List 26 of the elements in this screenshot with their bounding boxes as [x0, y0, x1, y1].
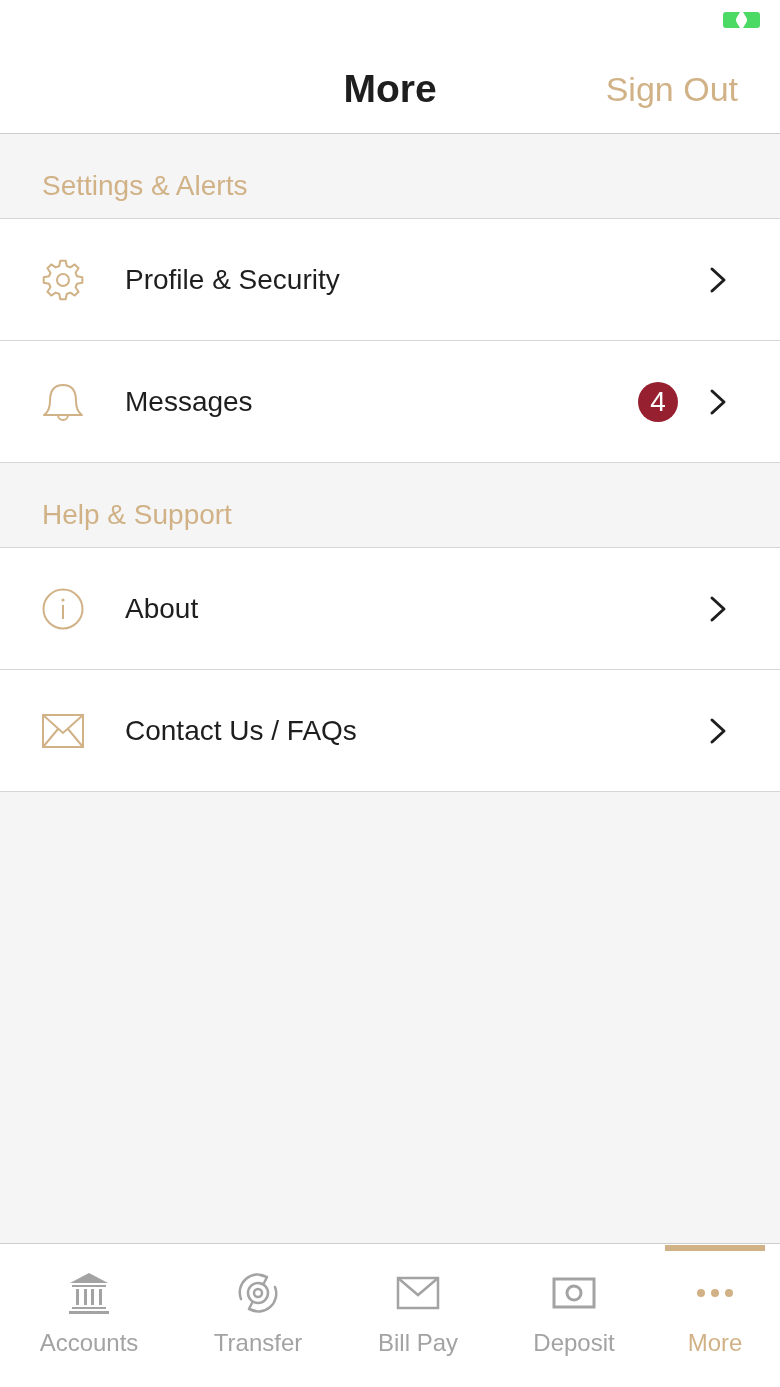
- tab-bar-item[interactable]: More: [650, 1244, 780, 1387]
- status-icon: [723, 12, 760, 28]
- tab-bar-item[interactable]: Bill Pay: [338, 1244, 498, 1387]
- tab-bar-item[interactable]: Deposit: [498, 1244, 650, 1387]
- menu-item[interactable]: Contact Us / FAQs: [0, 670, 780, 792]
- info-icon: [42, 587, 84, 630]
- gear-icon: [42, 258, 84, 301]
- sign-out-button[interactable]: Sign Out: [605, 69, 738, 109]
- banknote-icon: [552, 1277, 596, 1309]
- tab-bar-item[interactable]: Accounts: [0, 1244, 178, 1387]
- section-title: Help & Support: [42, 498, 232, 532]
- envelope-icon: [42, 713, 84, 748]
- chevron-icon: [709, 265, 727, 294]
- chevron-icon: [709, 387, 727, 416]
- menu-item[interactable]: Messages 4: [0, 341, 780, 463]
- bank-icon: [67, 1271, 111, 1315]
- menu-item[interactable]: About: [0, 548, 780, 670]
- coin-arrows-icon: [236, 1271, 280, 1315]
- count-badge: 4: [638, 381, 678, 422]
- envelope-icon: [396, 1276, 440, 1310]
- page-title: More: [343, 66, 437, 112]
- chevron-icon: [709, 716, 727, 745]
- tab-bar-item[interactable]: Transfer: [178, 1244, 338, 1387]
- menu-item[interactable]: Profile & Security: [0, 219, 780, 341]
- chevron-icon: [709, 594, 727, 623]
- section-title: Settings & Alerts: [42, 169, 248, 203]
